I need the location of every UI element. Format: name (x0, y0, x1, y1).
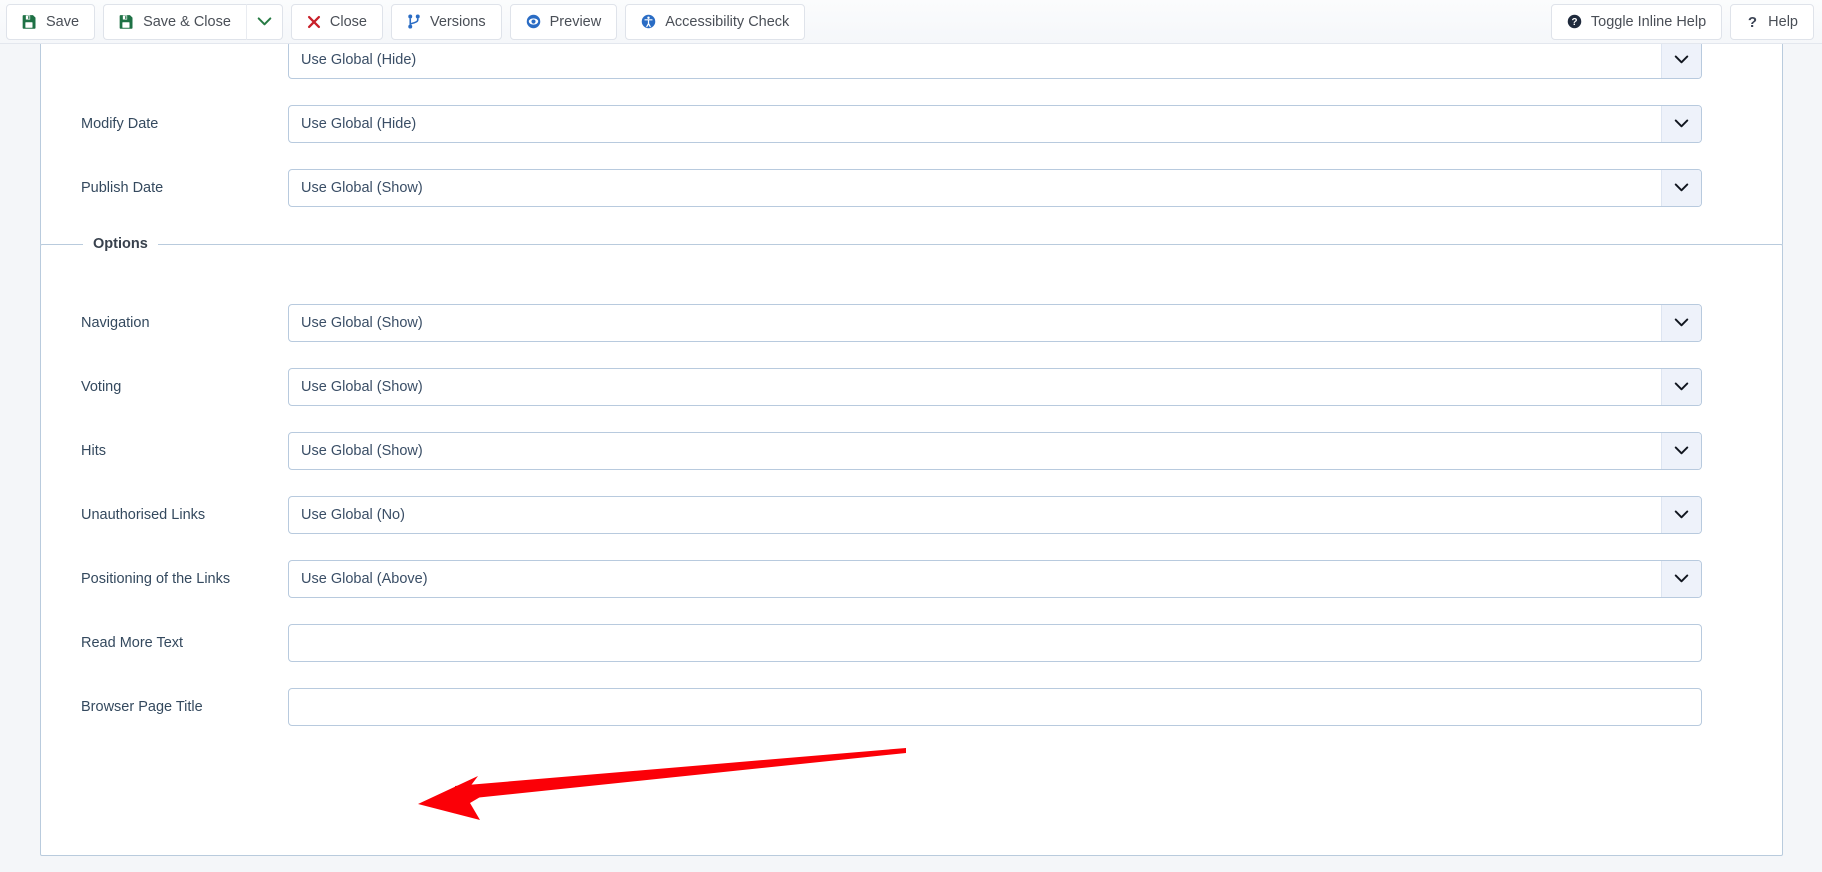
question-circle-icon: ? (1567, 14, 1582, 29)
publish-date-label: Publish Date (81, 180, 164, 196)
toggle-inline-help-label: Toggle Inline Help (1590, 13, 1707, 30)
select-value: Use Global (No) (301, 507, 405, 523)
save-and-close-button-label: Save & Close (143, 13, 231, 30)
select-value: Use Global (Hide) (301, 116, 417, 132)
options-panel: Options Navigation Use Global (Show) Vot… (40, 236, 1783, 856)
toolbar-left-group: Save Save & Close Close Versions Preview… (6, 3, 813, 40)
save-icon (22, 14, 37, 29)
accessibility-icon (641, 14, 656, 29)
form-row-voting: Voting Use Global (Show) (41, 368, 1782, 406)
voting-select[interactable]: Use Global (Show) (288, 368, 1702, 406)
form-row-positioning-of-the-links: Positioning of the Links Use Global (Abo… (41, 560, 1782, 598)
select-value: Use Global (Show) (301, 315, 423, 331)
close-x-icon (307, 15, 321, 29)
preview-button[interactable]: Preview (509, 3, 618, 40)
select-value: Use Global (Show) (301, 379, 423, 395)
article-options-form: Use Global (Hide) Modify Date Use Global… (0, 44, 1822, 872)
navigation-label: Navigation (81, 315, 150, 331)
browser-page-title-label: Browser Page Title (81, 699, 203, 715)
read-more-text-label: Read More Text (81, 635, 184, 651)
select-value: Use Global (Show) (301, 443, 423, 459)
clipped-select[interactable]: Use Global (Hide) (288, 44, 1702, 79)
chevron-down-icon (257, 16, 272, 27)
svg-text:?: ? (1571, 17, 1577, 28)
chevron-down-icon[interactable] (1661, 561, 1701, 597)
chevron-down-icon[interactable] (1661, 44, 1701, 78)
unauthorised-links-select[interactable]: Use Global (No) (288, 496, 1702, 534)
versions-button[interactable]: Versions (391, 3, 502, 40)
select-value: Use Global (Hide) (301, 52, 417, 68)
read-more-text-input[interactable] (288, 624, 1702, 662)
toggle-inline-help-button[interactable]: ? Toggle Inline Help (1550, 3, 1723, 40)
form-row-navigation: Navigation Use Global (Show) (41, 304, 1782, 342)
browser-page-title-input[interactable] (288, 688, 1702, 726)
save-button[interactable]: Save (6, 3, 96, 40)
modify-date-label: Modify Date (81, 116, 159, 132)
chevron-down-icon[interactable] (1661, 369, 1701, 405)
form-row-clipped: Use Global (Hide) (41, 44, 1782, 79)
voting-label: Voting (81, 379, 122, 395)
chevron-down-icon[interactable] (1661, 170, 1701, 206)
chevron-down-icon[interactable] (1661, 106, 1701, 142)
hits-label: Hits (81, 443, 106, 459)
save-icon (119, 14, 134, 29)
chevron-down-icon[interactable] (1661, 305, 1701, 341)
help-button-label: Help (1768, 13, 1798, 30)
accessibility-check-button-label: Accessibility Check (665, 13, 790, 30)
form-row-hits: Hits Use Global (Show) (41, 432, 1782, 470)
select-value: Use Global (Above) (301, 571, 428, 587)
hits-select[interactable]: Use Global (Show) (288, 432, 1702, 470)
help-button[interactable]: ? Help (1730, 3, 1814, 40)
navigation-select[interactable]: Use Global (Show) (288, 304, 1702, 342)
unauthorised-links-label: Unauthorised Links (81, 507, 206, 523)
close-button[interactable]: Close (290, 3, 383, 40)
svg-text:?: ? (1748, 14, 1757, 30)
form-row-read-more-text: Read More Text (41, 624, 1782, 662)
save-button-label: Save (46, 13, 80, 30)
preview-button-label: Preview (549, 13, 602, 30)
modify-date-select[interactable]: Use Global (Hide) (288, 105, 1702, 143)
chevron-down-icon[interactable] (1661, 433, 1701, 469)
save-options-dropdown-button[interactable] (246, 3, 283, 40)
code-branch-icon (407, 14, 421, 29)
options-panel-legend: Options (93, 236, 148, 252)
versions-button-label: Versions (430, 13, 486, 30)
dates-panel: Use Global (Hide) Modify Date Use Global… (40, 44, 1783, 253)
form-row-unauthorised-links: Unauthorised Links Use Global (No) (41, 496, 1782, 534)
form-row-publish-date: Publish Date Use Global (Show) (41, 169, 1782, 207)
positioning-of-the-links-select[interactable]: Use Global (Above) (288, 560, 1702, 598)
toolbar-right-group: ? Toggle Inline Help ? Help (1550, 3, 1814, 40)
select-value: Use Global (Show) (301, 180, 423, 196)
accessibility-check-button[interactable]: Accessibility Check (625, 3, 806, 40)
editor-toolbar: Save Save & Close Close Versions Preview… (0, 0, 1822, 44)
form-row-browser-page-title: Browser Page Title (41, 688, 1782, 726)
close-button-label: Close (329, 13, 367, 30)
positioning-of-the-links-label: Positioning of the Links (81, 571, 231, 587)
eye-icon (526, 14, 541, 29)
form-row-modify-date: Modify Date Use Global (Hide) (41, 105, 1782, 143)
save-and-close-button[interactable]: Save & Close (103, 3, 247, 40)
chevron-down-icon[interactable] (1661, 497, 1701, 533)
question-mark-icon: ? (1746, 14, 1759, 30)
publish-date-select[interactable]: Use Global (Show) (288, 169, 1702, 207)
